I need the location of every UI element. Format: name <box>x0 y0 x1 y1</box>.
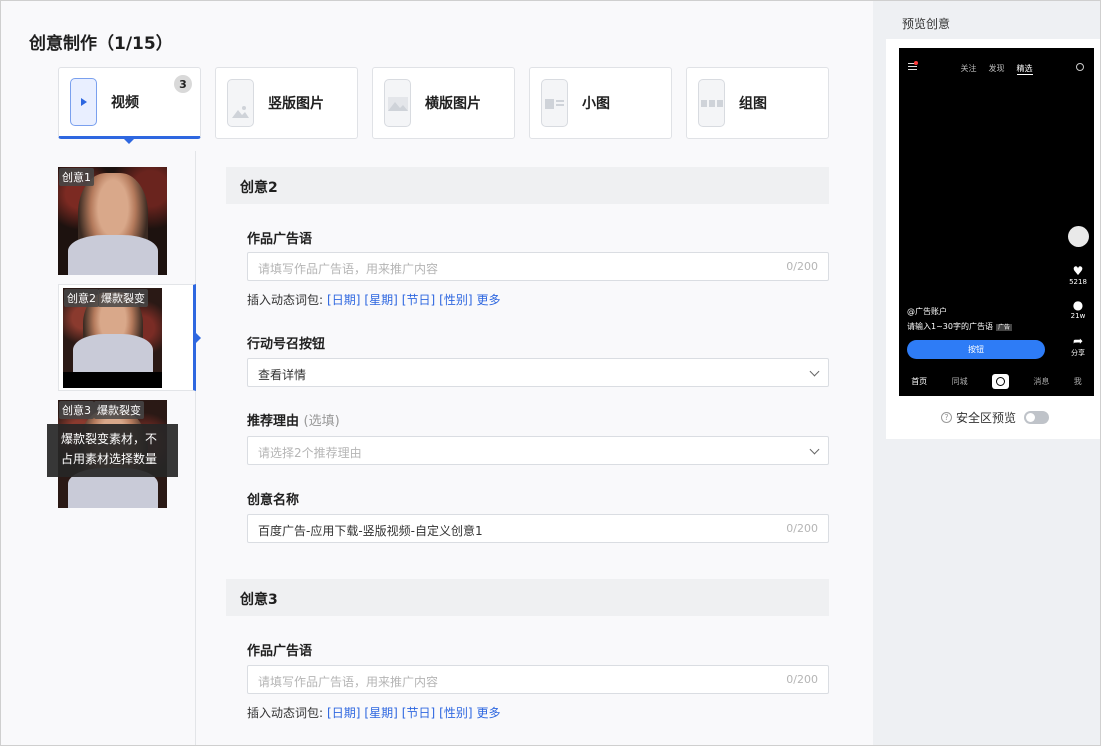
dynamic-word-weekday[interactable]: [星期] <box>364 291 397 308</box>
search-icon <box>1076 63 1084 71</box>
thumbnail-tag: 创意1 <box>59 168 94 186</box>
tab-landscape-image-label: 横版图片 <box>425 96 481 112</box>
phone-top-nav: 关注 发现 精选 <box>960 64 1033 75</box>
preview-cta-button: 按钮 <box>907 340 1045 359</box>
account-name: @广告账户 <box>907 307 947 316</box>
tab-portrait-image-label: 竖版图片 <box>268 96 324 112</box>
tab-video-label: 视频 <box>111 95 139 111</box>
ad-copy-input[interactable]: 请填写作品广告语，用来推广内容 0/200 <box>247 252 829 281</box>
thumbnail-tag: 创意2 <box>64 289 99 307</box>
cta-label: 行动号召按钮 <box>247 337 326 352</box>
tab-portrait-image[interactable]: 竖版图片 <box>215 67 358 139</box>
creative-page: 创意制作（1/15） 视频 3 竖版图片 横版图片 小图 组图 创意1 创意2 … <box>0 0 1101 746</box>
share-icon: ➦ 分享 <box>1071 334 1085 357</box>
chevron-down-icon <box>809 444 820 455</box>
video-phone-icon <box>70 78 97 126</box>
phone-preview: 关注 发现 精选 ♥ 5218 ● 21w ➦ 分享 @广告账户 请输入1~30字的广… <box>899 48 1094 396</box>
ad-text: 请输入1~30字的广告语 广告 <box>907 322 1012 331</box>
creative-name-input[interactable]: 百度广告-应用下载-竖版视频-自定义创意1 0/200 <box>247 514 829 543</box>
viral-tooltip: 爆款裂变素材，不占用素材选择数量 <box>47 424 178 477</box>
portrait-image-icon <box>227 79 254 127</box>
reason-select[interactable]: 请选择2个推荐理由 <box>247 436 829 465</box>
dynamic-word-date[interactable]: [日期] <box>327 291 360 308</box>
camera-icon <box>991 374 1009 389</box>
char-counter: 0/200 <box>786 260 818 273</box>
group-image-icon <box>698 79 725 127</box>
like-icon: ♥ 5218 <box>1069 264 1087 286</box>
help-icon[interactable]: ? <box>941 412 952 423</box>
tab-small-image[interactable]: 小图 <box>529 67 672 139</box>
thumbnail-tag: 创意3 <box>59 401 94 419</box>
dynamic-words: 插入动态词包: [日期] [星期] [节日] [性别] 更多 <box>247 291 501 308</box>
safe-area-label: 安全区预览 <box>956 411 1017 425</box>
creative-editor: 创意制作（1/15） 视频 3 竖版图片 横版图片 小图 组图 创意1 创意2 … <box>1 1 873 745</box>
count-badge: 3 <box>174 75 192 93</box>
dynamic-word-gender[interactable]: [性别] <box>439 704 472 721</box>
phone-bottom-nav: 首页 同城 消息 我 <box>899 374 1094 389</box>
dynamic-word-weekday[interactable]: [星期] <box>364 704 397 721</box>
ad-copy-label: 作品广告语 <box>247 232 313 247</box>
active-tab-caret <box>123 138 135 144</box>
ad-copy-input[interactable]: 请填写作品广告语，用来推广内容 0/200 <box>247 665 829 694</box>
dynamic-word-holiday[interactable]: [节日] <box>402 291 435 308</box>
tab-group-image-label: 组图 <box>739 96 767 112</box>
creative-thumbnail-2[interactable]: 创意2 爆款裂变 <box>63 288 162 388</box>
landscape-image-icon <box>384 79 411 127</box>
tab-small-image-label: 小图 <box>582 96 610 112</box>
preview-title: 预览创意 <box>902 17 951 31</box>
tab-group-image[interactable]: 组图 <box>686 67 829 139</box>
avatar <box>1068 226 1089 247</box>
dynamic-word-holiday[interactable]: [节日] <box>402 704 435 721</box>
cta-select[interactable]: 查看详情 <box>247 358 829 387</box>
ad-copy-label: 作品广告语 <box>247 644 313 659</box>
tab-video[interactable]: 视频 3 <box>58 67 201 139</box>
char-counter: 0/200 <box>786 673 818 686</box>
creative-name-label: 创意名称 <box>247 493 300 508</box>
dynamic-word-more[interactable]: 更多 <box>477 704 501 721</box>
thumbnail-tag-viral: 爆款裂变 <box>94 401 144 419</box>
divider <box>195 151 196 745</box>
dynamic-word-date[interactable]: [日期] <box>327 704 360 721</box>
page-title: 创意制作（1/15） <box>29 34 173 54</box>
dynamic-word-more[interactable]: 更多 <box>477 291 501 308</box>
dynamic-words: 插入动态词包: [日期] [星期] [节日] [性别] 更多 <box>247 704 501 721</box>
thumbnail-tag-viral: 爆款裂变 <box>98 289 148 307</box>
chevron-down-icon <box>809 366 820 377</box>
section-heading-creative-2: 创意2 <box>226 167 829 204</box>
safe-area-preview: ? 安全区预览 <box>941 409 1050 426</box>
char-counter: 0/200 <box>786 522 818 535</box>
creative-thumbnail-1[interactable]: 创意1 <box>58 167 167 275</box>
safe-area-toggle[interactable] <box>1024 411 1050 424</box>
small-image-icon <box>541 79 568 127</box>
tab-landscape-image[interactable]: 横版图片 <box>372 67 515 139</box>
selected-arrow-icon <box>196 333 201 343</box>
dynamic-word-gender[interactable]: [性别] <box>439 291 472 308</box>
comment-icon: ● 21w <box>1070 298 1086 320</box>
reason-label: 推荐理由 (选填) <box>247 414 340 429</box>
section-heading-creative-3: 创意3 <box>226 579 829 616</box>
